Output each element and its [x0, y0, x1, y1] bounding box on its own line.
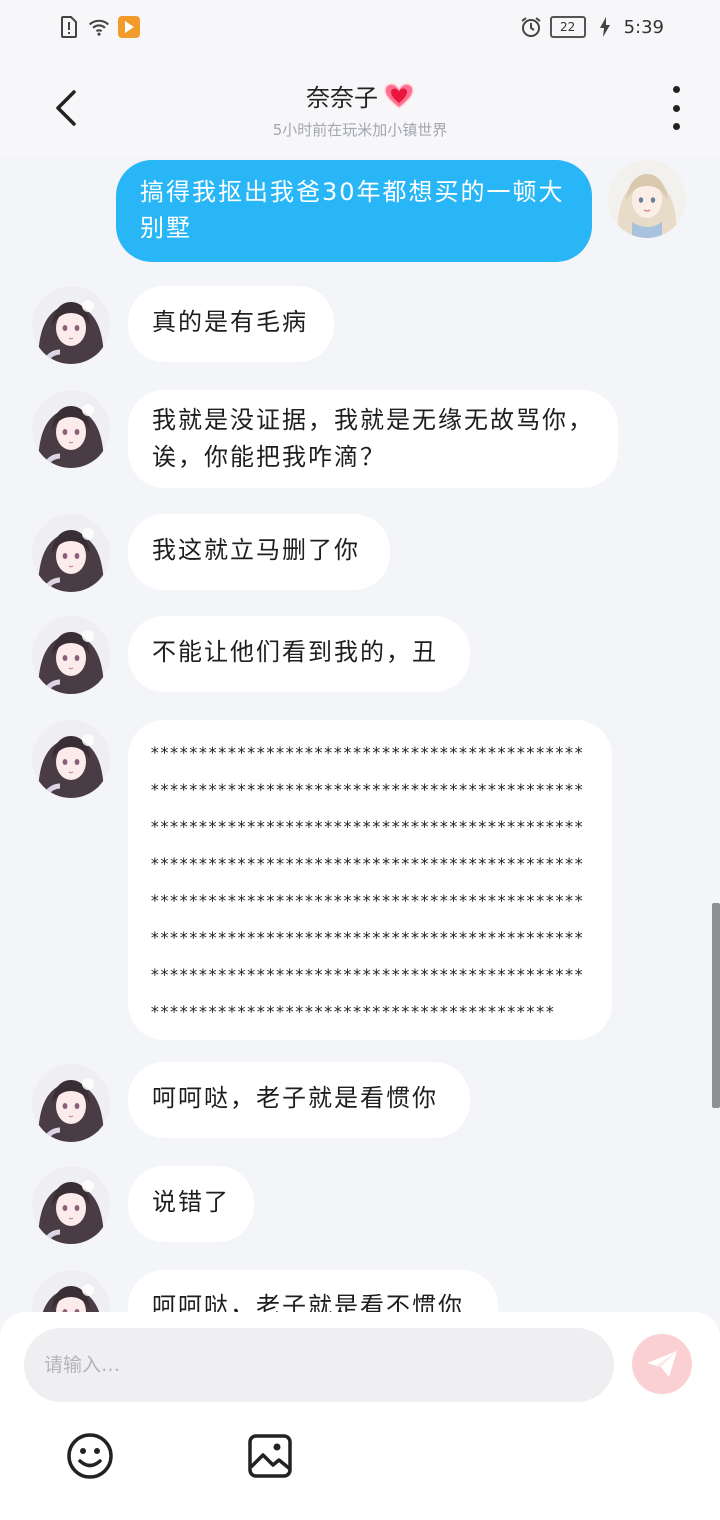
contact-avatar[interactable]: [32, 1064, 110, 1142]
clock: 5:39: [623, 16, 664, 38]
more-dot-icon: [672, 86, 680, 93]
message-bubble-received[interactable]: 我就是没证据，我就是无缘无故骂你，诶，你能把我咋滴？: [128, 390, 618, 488]
message-list[interactable]: 搞得我抠出我爸30年都想买的一顿大别墅 真的是有毛病 我就是没证据，我就是无缘无…: [0, 156, 720, 1312]
message-bubble-received[interactable]: 真的是有毛病: [128, 286, 334, 362]
contact-avatar[interactable]: [32, 286, 110, 364]
more-options-button[interactable]: [662, 86, 690, 130]
more-dot-icon: [672, 123, 680, 130]
battery-level: 22: [549, 16, 586, 38]
app-notification-icon: [118, 16, 140, 38]
contact-name: 奈奈子: [306, 78, 414, 113]
image-button[interactable]: [246, 1432, 294, 1480]
status-bar: 22 5:39: [0, 0, 720, 60]
contact-avatar[interactable]: [32, 616, 110, 694]
message-bubble-received[interactable]: ****************************************…: [128, 720, 612, 1040]
message-bubble-received[interactable]: 说错了: [128, 1166, 254, 1242]
image-icon: [248, 1434, 292, 1478]
contact-avatar[interactable]: [32, 1166, 110, 1244]
smiley-icon: [67, 1433, 113, 1479]
my-avatar[interactable]: [608, 160, 686, 238]
contact-avatar[interactable]: [32, 720, 110, 798]
chat-screen: 22 5:39 奈奈子 5小时前在玩米加小镇世界 搞得我抠出我爸30年都想买的一…: [0, 0, 720, 1520]
charging-icon: [594, 16, 616, 38]
contact-avatar[interactable]: [32, 1270, 110, 1312]
message-bubble-received[interactable]: 我这就立马删了你: [128, 514, 390, 590]
contact-avatar[interactable]: [32, 390, 110, 468]
send-button[interactable]: [632, 1334, 692, 1394]
message-input[interactable]: 请输入…: [24, 1328, 614, 1402]
paper-plane-icon: [647, 1351, 677, 1377]
message-bubble-sent[interactable]: 搞得我抠出我爸30年都想买的一顿大别墅: [116, 160, 592, 262]
contact-name-text: 奈奈子: [306, 84, 378, 112]
sim-alert-icon: [58, 16, 80, 38]
contact-avatar[interactable]: [32, 514, 110, 592]
more-dot-icon: [672, 104, 680, 112]
message-bubble-received[interactable]: 呵呵哒，老子就是看不惯你: [128, 1270, 498, 1312]
alarm-icon: [520, 16, 542, 38]
contact-status: 5小时前在玩米加小镇世界: [272, 121, 448, 139]
chat-header: 奈奈子 5小时前在玩米加小镇世界: [0, 60, 720, 156]
message-bubble-received[interactable]: 呵呵哒，老子就是看惯你: [128, 1062, 470, 1138]
input-panel: 请输入…: [0, 1312, 720, 1520]
message-bubble-received[interactable]: 不能让他们看到我的，丑: [128, 616, 470, 692]
scrollbar[interactable]: [712, 903, 720, 1108]
wifi-icon: [88, 16, 110, 38]
heart-icon: [384, 82, 414, 109]
emoji-button[interactable]: [66, 1432, 114, 1480]
